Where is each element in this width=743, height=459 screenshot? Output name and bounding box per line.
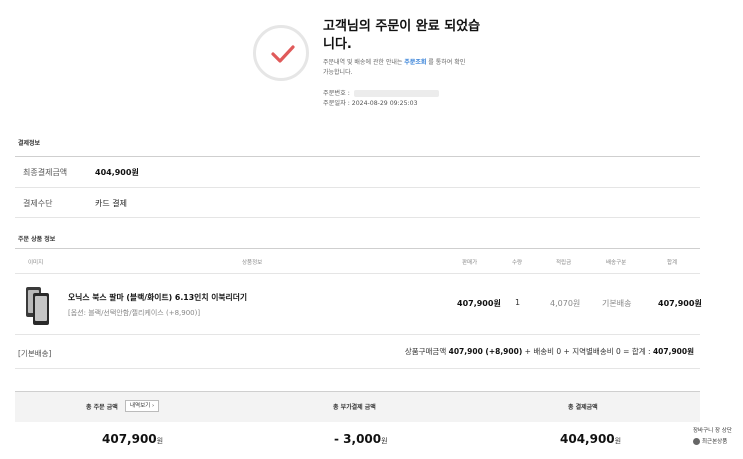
divider [15, 273, 700, 274]
total-extra-value: - 3,000원 [334, 432, 388, 446]
total-extra-label: 총 부가결제 금액 [333, 404, 376, 411]
col-header-info: 상품정보 [242, 260, 263, 266]
divider [15, 217, 700, 218]
order-number-label: 주문번호 : [323, 90, 350, 97]
col-header-image: 이미지 [28, 260, 44, 266]
product-qty: 1 [515, 298, 521, 307]
summary-amount: 407,900 (+8,900) [448, 347, 523, 356]
product-image[interactable] [24, 285, 52, 325]
ship-group-label: [기본배송] [18, 349, 52, 358]
total-pay-value: 404,900원 [560, 432, 621, 446]
col-header-ship-type: 배송구분 [606, 260, 627, 266]
total-pay-label: 총 결제금액 [568, 404, 598, 411]
order-number-redacted [353, 89, 439, 97]
col-header-price: 판매가 [462, 260, 478, 266]
total-order-amount: 407,900 [102, 432, 157, 446]
recent-items-icon [693, 438, 700, 445]
divider [15, 334, 700, 335]
product-ship-type: 기본배송 [602, 299, 632, 308]
summary-total: 407,900원 [652, 347, 694, 356]
order-complete-title: 고객님의 주문이 완료 되었습니다. [323, 19, 481, 52]
checkmark-icon [271, 45, 295, 63]
products-section-label: 주문 상품 정보 [18, 236, 56, 243]
col-header-points: 적립금 [556, 260, 572, 266]
desc-text: 주문내역 및 배송에 관한 안내는 [323, 59, 405, 66]
floating-quick-menu[interactable]: 장바구니 장 상단 최근본상품 [693, 426, 733, 448]
total-order-value: 407,900원 [102, 432, 163, 446]
payment-method-row: 결제수단 카드 결제 [15, 188, 700, 218]
summary-prefix: 상품구매금액 [404, 347, 449, 356]
product-points: 4,070원 [550, 299, 581, 308]
order-complete-check-icon [253, 25, 309, 81]
product-total: 407,900원 [658, 299, 702, 308]
view-details-button[interactable]: 내역보기 › [125, 400, 160, 412]
payment-method-label: 결제수단 [23, 199, 53, 208]
order-number: 주문번호 : [323, 89, 439, 99]
recent-items-link[interactable]: 최근본상품 [693, 437, 733, 448]
ship-group-summary: 상품구매금액 407,900 (+8,900) + 배송비 0 + 지역별배송비… [405, 346, 694, 357]
recent-items-label: 최근본상품 [702, 439, 728, 445]
order-complete-description: 주문내역 및 배송에 관한 안내는 주문조회 를 통하여 확인 가능합니다. [323, 58, 468, 78]
currency-unit: 원 [614, 437, 622, 445]
ereader-back-image [33, 293, 49, 325]
total-order-label: 총 주문 금액 [86, 404, 118, 411]
final-amount-label: 최종결제금액 [23, 168, 68, 177]
final-amount-row: 최종결제금액 404,900원 [15, 157, 700, 187]
divider [15, 248, 700, 249]
divider [15, 368, 700, 369]
floating-menu-line1[interactable]: 장바구니 장 상단 [693, 426, 733, 437]
summary-middle: + 배송비 0 + 지역별배송비 0 = 합계 : [522, 347, 653, 356]
total-extra-amount: - 3,000 [334, 432, 382, 446]
product-option: [옵션: 블랙/선택안함/젤리케이스 (+8,900)] [68, 309, 201, 317]
payment-method-value: 카드 결제 [95, 199, 127, 208]
col-header-qty: 수량 [512, 260, 523, 266]
col-header-total: 합계 [667, 260, 678, 266]
order-date: 주문일자 : 2024-08-29 09:25:03 [323, 100, 418, 107]
product-price: 407,900원 [457, 299, 501, 308]
final-amount-value: 404,900원 [95, 168, 139, 177]
total-pay-amount: 404,900 [560, 432, 615, 446]
currency-unit: 원 [156, 437, 164, 445]
payment-section-label: 결제정보 [18, 140, 41, 147]
currency-unit: 원 [381, 437, 388, 445]
product-name-link[interactable]: 오닉스 북스 팔마 (블랙/화이트) 6.13인치 이북리더기 [68, 292, 247, 303]
order-lookup-link[interactable]: 주문조회 [404, 59, 426, 66]
